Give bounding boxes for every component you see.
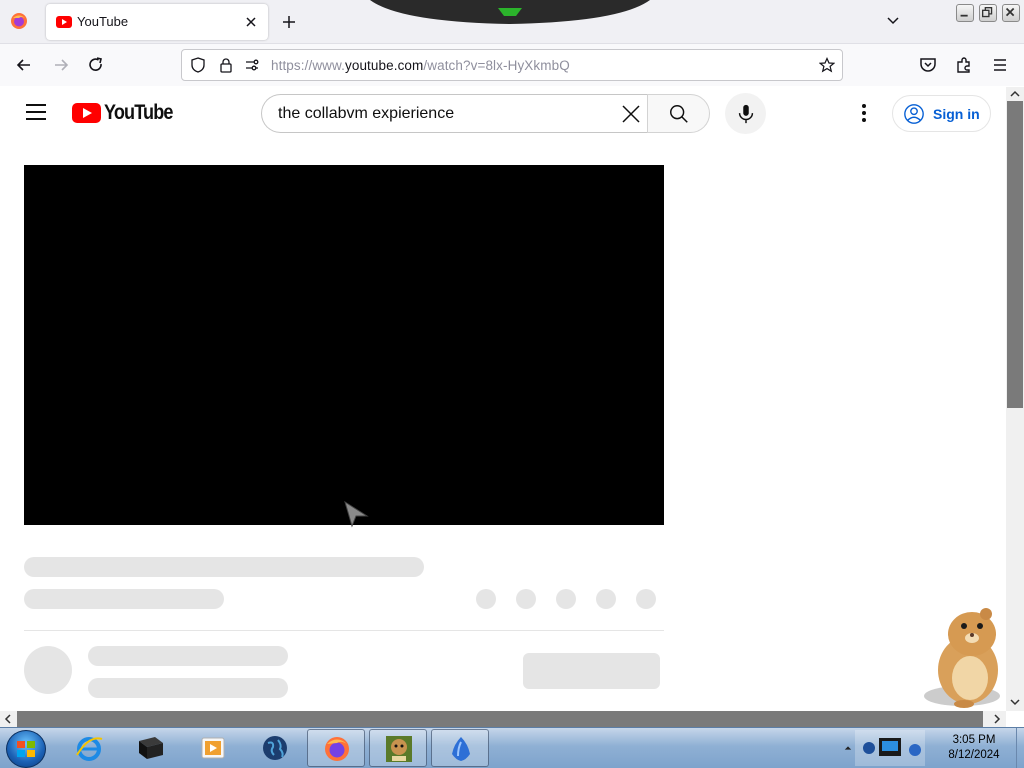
url-host: youtube.com — [344, 58, 424, 73]
youtube-play-logo-icon — [72, 103, 101, 123]
clock-date: 8/12/2024 — [948, 749, 1000, 761]
bonzi-box-icon — [386, 736, 412, 762]
subscribe-placeholder — [523, 653, 660, 689]
voice-search-button[interactable] — [725, 93, 766, 134]
youtube-favicon-icon — [56, 16, 72, 28]
scroll-right-icon[interactable] — [992, 714, 1002, 724]
close-window-button[interactable] — [1002, 4, 1020, 22]
media-player-icon — [201, 737, 225, 759]
bookmark-star-icon[interactable] — [819, 57, 835, 73]
clear-search-icon[interactable] — [621, 104, 641, 124]
pocket-icon[interactable] — [918, 55, 938, 75]
minimize-button[interactable] — [956, 4, 974, 22]
system-clock[interactable]: 3:05 PM 8/12/2024 — [934, 733, 1014, 763]
forward-icon[interactable] — [51, 55, 71, 75]
taskbar-bonzi-box[interactable] — [369, 729, 427, 767]
taskbar-firefox[interactable] — [307, 729, 365, 767]
restore-icon — [982, 7, 993, 18]
mouse-cursor-icon — [344, 500, 369, 528]
screen: YouTube https://www.youtube.com/watch?v= — [0, 0, 1024, 768]
extensions-icon[interactable] — [954, 55, 974, 75]
show-hidden-icons-icon[interactable] — [844, 744, 852, 752]
terminal-icon — [139, 737, 163, 759]
bluebird-icon — [452, 737, 470, 761]
tab-title: YouTube — [77, 14, 129, 29]
tab-youtube[interactable]: YouTube — [46, 4, 268, 40]
close-icon — [1005, 7, 1015, 17]
taskbar-bluebird[interactable] — [431, 729, 489, 767]
channel-avatar-placeholder — [24, 646, 72, 694]
menu-line — [26, 111, 46, 113]
scroll-up-icon[interactable] — [1010, 89, 1020, 99]
vm-display-icon[interactable] — [855, 730, 925, 766]
menu-line — [26, 104, 46, 106]
taskbar-internet-explorer[interactable] — [60, 729, 118, 767]
taskbar-media-player[interactable] — [184, 729, 242, 767]
app-menu-icon[interactable] — [990, 55, 1010, 75]
clock-time: 3:05 PM — [952, 734, 996, 746]
meta-placeholder — [24, 589, 224, 609]
tab-strip: YouTube — [0, 0, 1024, 44]
settings-more-button[interactable] — [862, 104, 866, 122]
url-text[interactable]: https://www.youtube.com/watch?v=8lx-HyXk… — [271, 58, 570, 73]
search-icon — [670, 105, 688, 123]
url-path: /watch?v=8lx-HyXkmbQ — [423, 58, 570, 73]
close-tab-icon[interactable] — [242, 13, 260, 31]
minimize-icon — [960, 14, 968, 17]
new-tab-icon[interactable] — [280, 13, 298, 31]
vm-toolbar-notch — [370, 0, 650, 24]
tracking-protection-icon[interactable] — [190, 57, 206, 73]
internet-explorer-icon — [76, 737, 103, 761]
reload-icon[interactable] — [86, 55, 106, 75]
search-input[interactable]: the collabvm expierience — [261, 94, 647, 133]
subscriber-placeholder — [88, 678, 288, 698]
show-desktop-button[interactable] — [1016, 728, 1024, 768]
globe-icon — [263, 736, 287, 760]
address-bar[interactable]: https://www.youtube.com/watch?v=8lx-HyXk… — [181, 49, 843, 81]
vertical-scroll-thumb[interactable] — [1007, 101, 1023, 408]
action-placeholder — [596, 589, 616, 609]
url-prefix: https://www. — [271, 58, 345, 73]
start-button[interactable] — [6, 730, 46, 768]
taskbar-terminal[interactable] — [121, 729, 179, 767]
action-placeholder — [476, 589, 496, 609]
search-button[interactable] — [647, 94, 710, 133]
account-circle-icon — [904, 104, 924, 124]
horizontal-scrollbar[interactable] — [0, 711, 1006, 727]
video-player[interactable] — [24, 165, 664, 525]
youtube-logo-text: YouTube — [104, 101, 173, 124]
menu-line — [26, 118, 46, 120]
action-placeholder — [516, 589, 536, 609]
firefox-icon — [325, 737, 349, 761]
guide-menu-button[interactable] — [26, 104, 46, 120]
taskbar-globe[interactable] — [246, 729, 304, 767]
back-icon[interactable] — [14, 55, 34, 75]
restore-button[interactable] — [979, 4, 997, 22]
action-placeholder — [636, 589, 656, 609]
firefox-menu-icon[interactable] — [10, 12, 28, 30]
microphone-icon — [738, 104, 754, 124]
list-all-tabs-icon[interactable] — [884, 12, 902, 30]
divider — [24, 630, 664, 631]
youtube-page: YouTube the collabvm expierience Sign in — [0, 87, 1006, 711]
navigation-toolbar: https://www.youtube.com/watch?v=8lx-HyXk… — [0, 44, 1024, 131]
dot — [862, 104, 866, 108]
action-placeholder — [556, 589, 576, 609]
sign-in-label: Sign in — [933, 106, 980, 122]
windows-logo-icon — [17, 741, 35, 757]
dot — [862, 118, 866, 122]
lock-icon[interactable] — [218, 57, 234, 73]
dot — [862, 111, 866, 115]
scroll-left-icon[interactable] — [3, 714, 13, 724]
hamster-character-icon[interactable] — [920, 604, 1014, 710]
title-placeholder — [24, 557, 424, 577]
horizontal-scroll-thumb[interactable] — [17, 711, 983, 727]
channel-name-placeholder — [88, 646, 288, 666]
system-tray — [855, 730, 925, 766]
permissions-icon[interactable] — [244, 57, 260, 73]
sign-in-button[interactable]: Sign in — [892, 95, 991, 132]
search-query: the collabvm expierience — [278, 105, 455, 122]
windows-taskbar: 3:05 PM 8/12/2024 — [0, 727, 1024, 768]
